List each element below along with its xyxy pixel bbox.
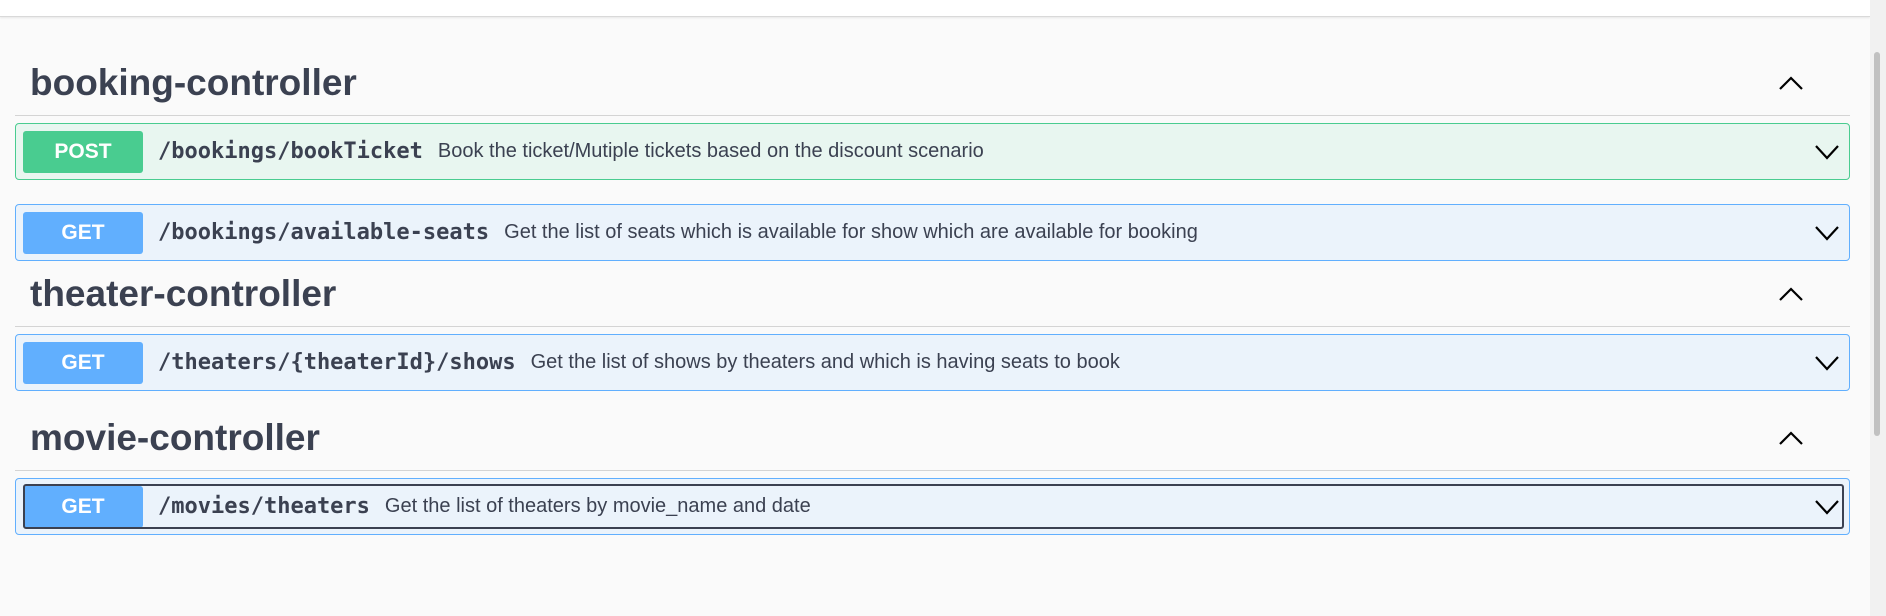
operation-path: /bookings/available-seats <box>158 220 490 245</box>
top-bar <box>0 0 1870 17</box>
section-header-theater-controller[interactable]: theater-controller <box>15 261 1850 327</box>
operation-summary: Get the list of theaters by movie_name a… <box>384 495 811 517</box>
method-badge-post: POST <box>23 130 143 173</box>
method-badge-get: GET <box>23 341 143 384</box>
operation-post-book-ticket[interactable]: POST /bookings/bookTicket Book the ticke… <box>15 123 1850 180</box>
operation-path: /theaters/{theaterId}/shows <box>158 350 516 375</box>
section-header-booking-controller[interactable]: booking-controller <box>15 50 1850 116</box>
method-badge-get: GET <box>23 485 143 528</box>
scrollbar-thumb[interactable] <box>1874 52 1880 436</box>
method-badge-get: GET <box>23 211 143 254</box>
section-header-movie-controller[interactable]: movie-controller <box>15 405 1850 471</box>
vertical-scrollbar[interactable] <box>1870 0 1886 616</box>
operation-summary: Get the list of shows by theaters and wh… <box>530 351 1120 373</box>
operation-get-movie-theaters[interactable]: GET /movies/theaters Get the list of the… <box>15 478 1850 535</box>
chevron-down-icon[interactable] <box>1813 222 1841 244</box>
api-operations-list: booking-controller POST /bookings/bookTi… <box>15 50 1850 535</box>
chevron-down-icon[interactable] <box>1813 352 1841 374</box>
chevron-down-icon[interactable] <box>1813 496 1841 518</box>
operation-path: /bookings/bookTicket <box>158 139 423 164</box>
chevron-down-icon[interactable] <box>1813 141 1841 163</box>
chevron-up-icon[interactable] <box>1777 429 1805 447</box>
operation-get-available-seats[interactable]: GET /bookings/available-seats Get the li… <box>15 204 1850 261</box>
operation-summary: Get the list of seats which is available… <box>504 221 1198 243</box>
chevron-up-icon[interactable] <box>1777 74 1805 92</box>
section-title: movie-controller <box>30 416 320 458</box>
chevron-up-icon[interactable] <box>1777 285 1805 303</box>
operation-path: /movies/theaters <box>158 494 370 519</box>
operation-summary: Book the ticket/Mutiple tickets based on… <box>437 140 984 162</box>
section-title: theater-controller <box>30 272 337 314</box>
section-title: booking-controller <box>30 61 357 103</box>
operation-get-theater-shows[interactable]: GET /theaters/{theaterId}/shows Get the … <box>15 334 1850 391</box>
